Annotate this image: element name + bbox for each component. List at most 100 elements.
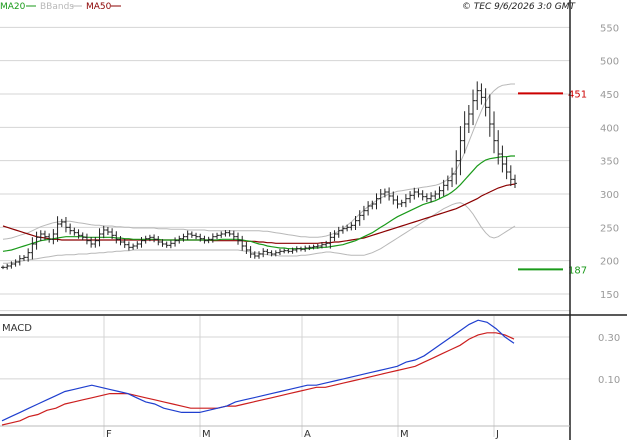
month-label: J bbox=[495, 429, 499, 440]
ohlc-bar bbox=[139, 236, 144, 248]
month-label: M bbox=[202, 429, 211, 440]
ohlc-bar bbox=[257, 251, 261, 259]
ohlc-bar bbox=[433, 190, 438, 200]
ohlc-bar bbox=[424, 193, 429, 203]
macd-line bbox=[1, 319, 515, 422]
ohlc-bar bbox=[382, 188, 387, 198]
x-axis: FMAMJ bbox=[103, 316, 499, 440]
ohlc-bar bbox=[189, 231, 194, 238]
price-tick-label: 350 bbox=[600, 157, 619, 168]
ohlc-bar bbox=[492, 111, 497, 154]
month-label: F bbox=[106, 429, 112, 440]
price-tick-label: 300 bbox=[600, 190, 619, 201]
ohlc-bar bbox=[131, 243, 136, 250]
ohlc-bar bbox=[168, 240, 173, 249]
ohlc-bar bbox=[286, 248, 291, 254]
macd-tick-label: 0.10 bbox=[598, 375, 620, 386]
ohlc-bar bbox=[353, 215, 358, 231]
ohlc-bar bbox=[30, 237, 35, 260]
ohlc-bar bbox=[450, 167, 455, 188]
ohlc-bar bbox=[244, 242, 249, 254]
ohlc-bar bbox=[399, 199, 404, 207]
ohlc-bar bbox=[152, 234, 157, 243]
legend-ma20-label: MA20 bbox=[0, 2, 26, 12]
price-bars bbox=[1, 81, 517, 270]
price-grid bbox=[0, 26, 570, 312]
ohlc-bar bbox=[240, 235, 245, 251]
ohlc-bar bbox=[496, 130, 501, 165]
ohlc-bar bbox=[298, 246, 303, 252]
ohlc-bar bbox=[420, 190, 425, 201]
ohlc-bar bbox=[277, 248, 282, 256]
ohlc-bar bbox=[135, 241, 140, 249]
ohlc-bar bbox=[194, 232, 199, 240]
ohlc-bar bbox=[185, 230, 190, 241]
ohlc-bar bbox=[282, 248, 287, 254]
ohlc-bar bbox=[34, 231, 39, 250]
ohlc-bar bbox=[84, 233, 89, 245]
ohlc-bar bbox=[294, 246, 299, 253]
ohlc-bar bbox=[236, 232, 241, 245]
ohlc-bar bbox=[261, 248, 266, 258]
ohlc-bar bbox=[378, 189, 383, 204]
ohlc-bar bbox=[513, 174, 517, 189]
panel-frames bbox=[0, 0, 627, 440]
price-y-axis: 150 200 250 300 350 400 450 500 550 bbox=[600, 23, 619, 301]
ohlc-bar bbox=[508, 165, 513, 187]
ohlc-bar bbox=[361, 205, 366, 221]
price-tick-label: 200 bbox=[600, 257, 619, 268]
ohlc-bar bbox=[105, 227, 110, 235]
ohlc-bar bbox=[156, 236, 161, 246]
ohlc-bar bbox=[345, 224, 350, 232]
ohlc-bar bbox=[215, 232, 220, 240]
ohlc-bar bbox=[403, 194, 408, 208]
macd-y-axis: 0.10 0.30 bbox=[598, 333, 620, 386]
ohlc-bar bbox=[500, 145, 505, 173]
ohlc-bar bbox=[72, 227, 77, 236]
ohlc-bar bbox=[126, 241, 131, 251]
ohlc-bar bbox=[173, 237, 178, 247]
chart-canvas: 150200250300350400450500550 0.100.30 FMA… bbox=[0, 0, 627, 440]
ma50-line bbox=[2, 183, 516, 244]
ohlc-bar bbox=[231, 230, 236, 240]
ohlc-bar bbox=[324, 240, 329, 248]
macd-grid bbox=[0, 336, 570, 380]
price-levels: 451 187 bbox=[518, 89, 587, 276]
ohlc-bar bbox=[38, 230, 43, 242]
ohlc-bar bbox=[462, 111, 467, 154]
price-tick-label: 550 bbox=[600, 23, 619, 34]
ohlc-bar bbox=[219, 231, 224, 238]
ohlc-bar bbox=[307, 245, 312, 251]
ohlc-bar bbox=[93, 236, 98, 248]
ohlc-bar bbox=[458, 126, 463, 176]
month-label: M bbox=[400, 429, 409, 440]
copyright-text: © TEC 9/6/2026 3:0 GMT bbox=[462, 2, 577, 12]
macd-panel-title: MACD bbox=[2, 323, 32, 334]
ohlc-bar bbox=[437, 186, 442, 199]
ohlc-bar bbox=[63, 217, 68, 233]
ohlc-bar bbox=[332, 230, 337, 242]
ohlc-bar bbox=[1, 265, 5, 270]
price-tick-label: 500 bbox=[600, 57, 619, 68]
ohlc-bar bbox=[395, 195, 400, 209]
macd-lines bbox=[1, 319, 515, 426]
resistance-level-label: 451 bbox=[568, 89, 587, 100]
legend-bbands-label: BBands bbox=[40, 2, 74, 12]
ohlc-bar bbox=[416, 188, 421, 198]
price-tick-label: 450 bbox=[600, 90, 619, 101]
month-label: A bbox=[304, 429, 311, 440]
support-level-label: 187 bbox=[568, 265, 587, 276]
bb-upper-line bbox=[2, 83, 515, 240]
macd-tick-label: 0.30 bbox=[598, 333, 620, 344]
moving-averages bbox=[2, 155, 516, 252]
chart-legend: MA20 BBands MA50 bbox=[0, 2, 121, 12]
price-tick-label: 150 bbox=[600, 290, 619, 301]
ohlc-bar bbox=[59, 218, 64, 228]
ohlc-bar bbox=[164, 241, 169, 248]
ohlc-bar bbox=[483, 88, 488, 117]
ohlc-bar bbox=[471, 89, 476, 126]
ohlc-bar bbox=[466, 105, 471, 133]
ohlc-bar bbox=[487, 94, 492, 137]
price-tick-label: 400 bbox=[600, 123, 619, 134]
ohlc-bar bbox=[51, 229, 56, 245]
